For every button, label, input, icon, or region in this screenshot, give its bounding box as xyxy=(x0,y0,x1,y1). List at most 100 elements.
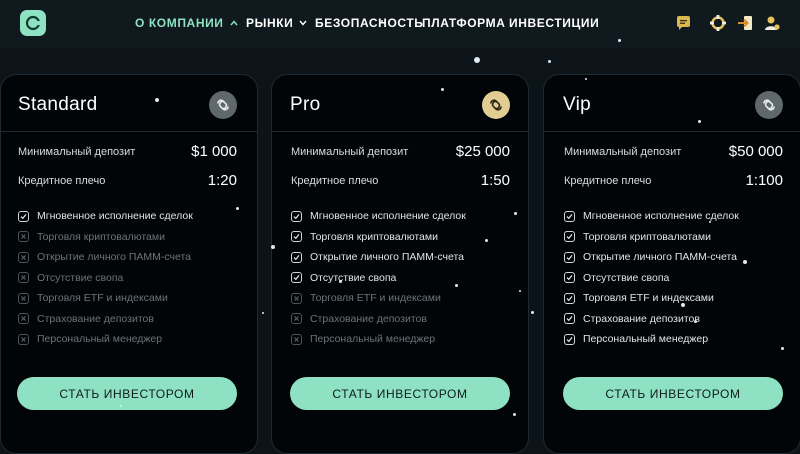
nav-item-platform[interactable]: ПЛАТФОРМА xyxy=(422,16,505,30)
user-icon[interactable] xyxy=(763,14,781,32)
feature-label: Мгновенное исполнение сделок xyxy=(583,210,739,222)
check-icon xyxy=(291,272,302,283)
plan-badge-icon xyxy=(755,91,783,119)
feature-label: Персональный менеджер xyxy=(583,333,709,345)
nav-item-about[interactable]: О КОМПАНИИ xyxy=(135,16,238,30)
nav-item-label: ИНВЕСТИЦИИ xyxy=(509,16,600,30)
feature-label: Мгновенное исполнение сделок xyxy=(310,210,466,222)
check-icon xyxy=(564,313,575,324)
become-investor-button[interactable]: СТАТЬ ИНВЕСТОРОМ xyxy=(17,377,237,410)
check-icon xyxy=(564,251,575,263)
min-deposit-value: $1 000 xyxy=(191,143,237,160)
leverage-value: 1:50 xyxy=(480,172,510,189)
plan-title: Vip xyxy=(563,94,592,115)
check-icon xyxy=(564,272,575,283)
check-icon xyxy=(18,210,29,222)
feature-label: Открытие личного ПАММ-счета xyxy=(310,251,465,263)
leverage-value: 1:20 xyxy=(207,172,237,189)
star-dot xyxy=(474,57,480,63)
feature-item: Торговля ETF и индексами xyxy=(291,290,441,306)
feature-label: Персональный менеджер xyxy=(310,333,436,345)
feature-item: Страхование депозитов xyxy=(18,311,154,327)
card-divider xyxy=(1,131,257,132)
cross-icon xyxy=(18,313,29,324)
feature-item: Персональный менеджер xyxy=(291,331,435,347)
login-icon[interactable] xyxy=(736,14,754,32)
leverage-value: 1:100 xyxy=(745,172,783,189)
cross-icon xyxy=(18,272,29,283)
nav-item-label: О КОМПАНИИ xyxy=(135,16,224,30)
logo-icon[interactable] xyxy=(20,10,46,36)
cross-icon xyxy=(291,313,302,324)
feature-item: Страхование депозитов xyxy=(291,311,427,327)
feature-item: Открытие личного ПАММ-счета xyxy=(18,249,191,265)
chat-icon[interactable] xyxy=(675,14,693,32)
feature-label: Страхование депозитов xyxy=(37,312,154,325)
feature-item: Торговля ETF и индексами xyxy=(18,290,168,306)
feature-item: Персональный менеджер xyxy=(18,331,162,347)
min-deposit-value: $25 000 xyxy=(455,143,510,160)
feature-item: Отсутствие свопа xyxy=(18,270,123,286)
feature-label: Отсутствие свопа xyxy=(310,271,397,284)
feature-item: Отсутствие свопа xyxy=(564,270,669,286)
min-deposit-label: Минимальный депозит xyxy=(291,146,409,158)
check-icon xyxy=(564,292,575,304)
feature-label: Торговля ETF и индексами xyxy=(310,292,441,304)
min-deposit-value: $50 000 xyxy=(728,143,783,160)
cross-icon xyxy=(18,231,29,242)
nav-item-markets[interactable]: РЫНКИ xyxy=(246,16,307,30)
star-dot xyxy=(262,312,264,314)
top-navigation-bar: О КОМПАНИИ РЫНКИ БЕЗОПАСНОСТЬ ПЛАТФОРМА … xyxy=(0,0,800,48)
feature-label: Страхование депозитов xyxy=(583,312,700,325)
plan-title: Pro xyxy=(290,94,321,115)
plan-badge-icon xyxy=(209,91,237,119)
become-investor-button[interactable]: СТАТЬ ИНВЕСТОРОМ xyxy=(290,377,510,410)
leverage-label: Кредитное плечо xyxy=(18,175,106,187)
feature-item: Мгновенное исполнение сделок xyxy=(18,208,193,224)
feature-item: Торговля криптовалютами xyxy=(291,229,438,245)
min-deposit-label: Минимальный депозит xyxy=(564,146,682,158)
feature-item: Открытие личного ПАММ-счета xyxy=(291,249,464,265)
feature-label: Мгновенное исполнение сделок xyxy=(37,210,193,222)
nav-item-label: БЕЗОПАСНОСТЬ xyxy=(315,16,424,30)
become-investor-button[interactable]: СТАТЬ ИНВЕСТОРОМ xyxy=(563,377,783,410)
feature-label: Отсутствие свопа xyxy=(37,271,124,284)
check-icon xyxy=(291,210,302,222)
star-dot xyxy=(531,311,534,314)
feature-label: Открытие личного ПАММ-счета xyxy=(583,251,738,263)
check-icon xyxy=(564,210,575,222)
min-deposit-label: Минимальный депозит xyxy=(18,146,136,158)
plan-title: Standard xyxy=(18,94,98,115)
chevron-down-icon xyxy=(299,20,307,26)
leverage-label: Кредитное плечо xyxy=(564,175,652,187)
nav-item-investments[interactable]: ИНВЕСТИЦИИ xyxy=(509,16,599,30)
feature-label: Отсутствие свопа xyxy=(583,271,670,284)
feature-label: Торговля криптовалютами xyxy=(37,230,165,243)
feature-label: Персональный менеджер xyxy=(37,333,163,345)
support-icon[interactable] xyxy=(709,14,727,32)
feature-label: Страхование депозитов xyxy=(310,312,427,325)
feature-item: Торговля криптовалютами xyxy=(18,229,165,245)
cross-icon xyxy=(291,333,302,345)
feature-label: Торговля ETF и индексами xyxy=(37,292,168,304)
feature-label: Торговля ETF и индексами xyxy=(583,292,714,304)
feature-item: Мгновенное исполнение сделок xyxy=(564,208,739,224)
feature-item: Торговля криптовалютами xyxy=(564,229,711,245)
feature-item: Персональный менеджер xyxy=(564,331,708,347)
card-divider xyxy=(272,131,528,132)
check-icon xyxy=(291,231,302,242)
nav-item-security[interactable]: БЕЗОПАСНОСТЬ xyxy=(315,16,424,30)
cross-icon xyxy=(18,251,29,263)
leverage-label: Кредитное плечо xyxy=(291,175,379,187)
cross-icon xyxy=(18,292,29,304)
check-icon xyxy=(291,251,302,263)
feature-item: Открытие личного ПАММ-счета xyxy=(564,249,737,265)
cross-icon xyxy=(18,333,29,345)
plan-badge-icon xyxy=(482,91,510,119)
feature-label: Торговля криптовалютами xyxy=(310,230,438,243)
card-divider xyxy=(544,131,800,132)
nav-item-label: РЫНКИ xyxy=(246,16,294,30)
feature-label: Торговля криптовалютами xyxy=(583,230,711,243)
feature-item: Страхование депозитов xyxy=(564,311,700,327)
feature-item: Торговля ETF и индексами xyxy=(564,290,714,306)
